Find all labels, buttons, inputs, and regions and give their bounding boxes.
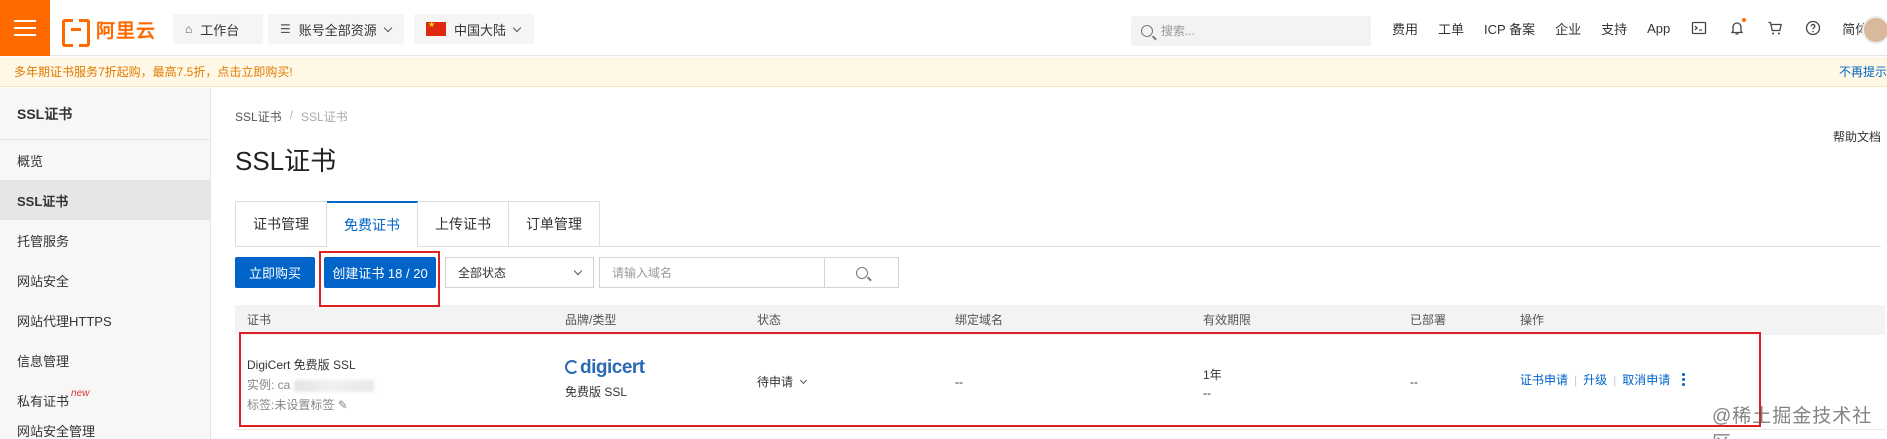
sidebar-item-site-security-mgmt[interactable]: 网站安全管理 bbox=[0, 420, 210, 439]
notification-dot bbox=[1742, 18, 1747, 22]
breadcrumb-current: SSL证书 bbox=[301, 110, 348, 124]
chevron-down-icon bbox=[383, 23, 393, 32]
top-links: 费用 工单 ICP 备案 企业 支持 App 简体 bbox=[1392, 0, 1868, 56]
link-ticket[interactable]: 工单 bbox=[1438, 19, 1464, 38]
sidebar-item-label: 概览 bbox=[17, 153, 44, 169]
global-search[interactable] bbox=[1131, 16, 1371, 46]
sidebar-item-managed-service[interactable]: 托管服务 bbox=[0, 220, 210, 260]
sidebar-item-label: 私有证书 bbox=[17, 393, 70, 409]
china-flag-icon bbox=[426, 20, 446, 36]
search-icon bbox=[855, 266, 868, 279]
home-icon: ⌂ bbox=[185, 22, 193, 36]
sidebar-item-label: 网站代理HTTPS bbox=[17, 313, 112, 329]
sidebar-item-ssl-cert[interactable]: SSL证书 bbox=[0, 180, 210, 220]
menu-icon[interactable] bbox=[0, 0, 50, 56]
breadcrumb-separator: / bbox=[289, 108, 294, 122]
help-doc-link[interactable]: 帮助文档 bbox=[1833, 128, 1881, 145]
column-validity: 有效期限 bbox=[1203, 313, 1252, 327]
resource-list-icon: ☰ bbox=[280, 22, 291, 36]
cart-icon[interactable] bbox=[1766, 19, 1784, 37]
sidebar-item-label: 托管服务 bbox=[17, 233, 70, 249]
watermark: @稀土掘金技术社区 bbox=[1712, 406, 1873, 439]
bell-icon[interactable] bbox=[1728, 18, 1747, 37]
tab-cert-management[interactable]: 证书管理 bbox=[235, 201, 327, 247]
tab-upload-cert[interactable]: 上传证书 bbox=[418, 201, 509, 247]
sidebar-item-private-cert[interactable]: 私有证书 new bbox=[0, 380, 210, 420]
tab-free-cert[interactable]: 免费证书 bbox=[327, 201, 418, 247]
link-icp[interactable]: ICP 备案 bbox=[1484, 19, 1535, 38]
chevron-down-icon bbox=[512, 23, 522, 32]
column-cert: 证书 bbox=[247, 313, 272, 327]
sidebar-item-overview[interactable]: 概览 bbox=[0, 140, 210, 180]
table-header: 证书 品牌/类型 状态 绑定域名 有效期限 已部署 操作 bbox=[235, 305, 1885, 335]
search-icon bbox=[1141, 25, 1153, 37]
sidebar: SSL证书 概览 SSL证书 托管服务 网站安全 网站代理HTTPS 信息管理 … bbox=[0, 88, 211, 439]
breadcrumb: SSL证书 / SSL证书 bbox=[235, 108, 348, 125]
workbench-label: 工作台 bbox=[200, 22, 240, 38]
page-title: SSL证书 bbox=[235, 146, 337, 176]
link-support[interactable]: 支持 bbox=[1601, 19, 1627, 38]
domain-search-input[interactable] bbox=[599, 257, 825, 288]
tab-bar: 证书管理 免费证书 上传证书 订单管理 bbox=[235, 201, 600, 247]
link-billing[interactable]: 费用 bbox=[1392, 19, 1418, 38]
link-app[interactable]: App bbox=[1647, 21, 1670, 36]
column-domain: 绑定域名 bbox=[955, 313, 1004, 327]
column-actions: 操作 bbox=[1520, 313, 1545, 327]
breadcrumb-item[interactable]: SSL证书 bbox=[235, 108, 282, 125]
sidebar-item-https-proxy[interactable]: 网站代理HTTPS bbox=[0, 300, 210, 340]
sidebar-item-info-management[interactable]: 信息管理 bbox=[0, 340, 210, 380]
domain-search-button[interactable] bbox=[824, 257, 899, 288]
promo-banner: 多年期证书服务7折起购，最高7.5折，点击立即购买! 不再提示 bbox=[0, 57, 1887, 87]
annotation-box-row bbox=[239, 332, 1761, 427]
global-search-input[interactable] bbox=[1161, 24, 1351, 38]
status-select-value: 全部状态 bbox=[458, 266, 507, 280]
column-status: 状态 bbox=[757, 313, 782, 327]
sidebar-item-label: 网站安全管理 bbox=[17, 424, 96, 439]
region-dropdown[interactable]: 中国大陆 bbox=[414, 14, 534, 44]
column-deployed: 已部署 bbox=[1410, 313, 1447, 327]
aliyun-logo[interactable]: 阿里云 bbox=[62, 16, 157, 47]
tab-divider bbox=[591, 246, 1881, 247]
sidebar-item-label: 信息管理 bbox=[17, 353, 70, 369]
avatar[interactable] bbox=[1862, 16, 1887, 44]
aliyun-logo-mark bbox=[62, 18, 90, 47]
column-brand-type: 品牌/类型 bbox=[565, 313, 617, 327]
tab-order-management[interactable]: 订单管理 bbox=[509, 201, 600, 247]
sidebar-title: SSL证书 bbox=[0, 88, 210, 140]
chevron-down-icon bbox=[573, 266, 583, 276]
help-icon[interactable] bbox=[1804, 19, 1822, 37]
workbench-button[interactable]: ⌂ 工作台 bbox=[173, 14, 263, 44]
link-enterprise[interactable]: 企业 bbox=[1555, 19, 1581, 38]
new-badge: new bbox=[71, 387, 90, 399]
sidebar-item-website-security[interactable]: 网站安全 bbox=[0, 260, 210, 300]
terminal-icon[interactable] bbox=[1690, 19, 1708, 37]
status-select[interactable]: 全部状态 bbox=[445, 257, 594, 288]
sidebar-item-label: 网站安全 bbox=[17, 273, 70, 289]
buy-now-button[interactable]: 立即购买 bbox=[235, 257, 315, 288]
region-label: 中国大陆 bbox=[454, 22, 507, 38]
dismiss-banner-link[interactable]: 不再提示 bbox=[1839, 57, 1887, 87]
annotation-box-create bbox=[319, 251, 440, 307]
resources-label: 账号全部资源 bbox=[298, 22, 377, 38]
logo-text: 阿里云 bbox=[96, 21, 157, 42]
sidebar-item-label: SSL证书 bbox=[17, 193, 69, 209]
resources-dropdown[interactable]: ☰ 账号全部资源 bbox=[268, 14, 404, 44]
top-navbar: 阿里云 ⌂ 工作台 ☰ 账号全部资源 中国大陆 费用 工单 ICP 备案 企业 … bbox=[0, 0, 1887, 56]
promo-text[interactable]: 多年期证书服务7折起购，最高7.5折，点击立即购买! bbox=[14, 63, 293, 80]
